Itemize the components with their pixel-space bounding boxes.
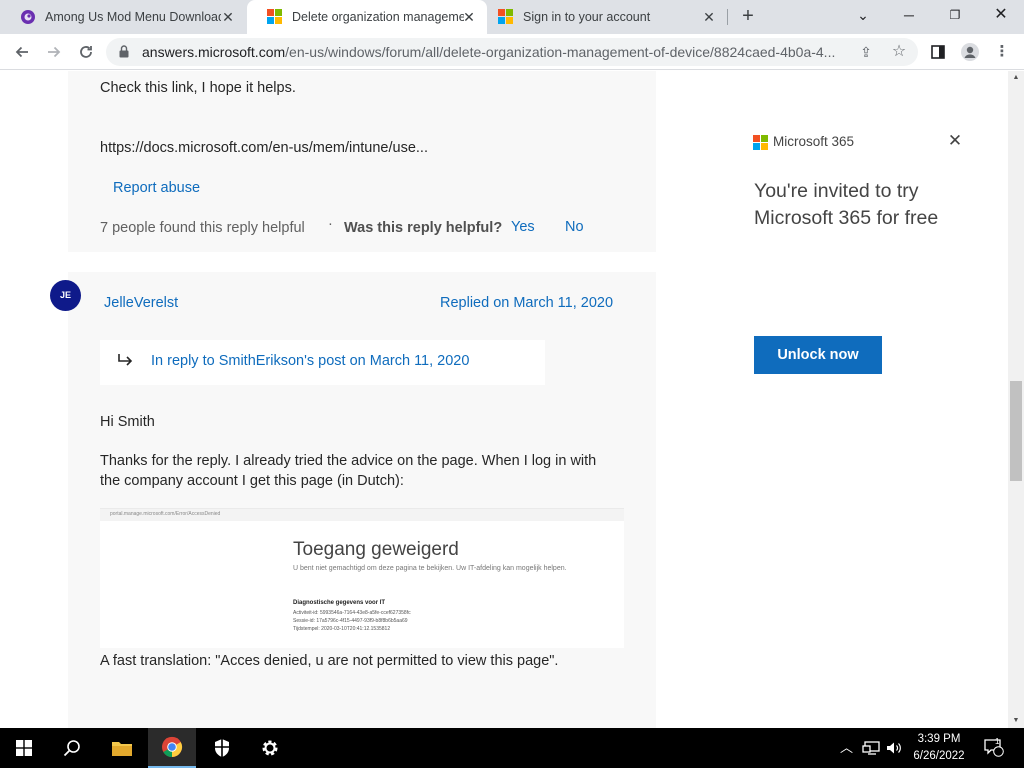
settings-taskbar-button[interactable] xyxy=(246,728,294,768)
chevron-up-icon[interactable]: ︿ xyxy=(840,728,853,768)
shield-icon xyxy=(215,739,229,757)
microsoft-logo-icon xyxy=(498,9,514,25)
profile-avatar-icon[interactable] xyxy=(958,41,982,63)
embedded-diag-line: Activiteit-id: 5993546a-7164-43e8-a5fe-c… xyxy=(293,610,411,616)
tab-among-us[interactable]: Among Us Mod Menu Download ✕ xyxy=(0,0,246,34)
windows-taskbar: ︿ 3:39 PM 6/26/2022 1 xyxy=(0,728,1024,768)
helpful-no-button[interactable]: No xyxy=(565,219,584,235)
close-tab-icon[interactable]: ✕ xyxy=(220,9,236,25)
greeting-text: Hi Smith xyxy=(100,414,155,430)
close-tab-icon[interactable]: ✕ xyxy=(701,9,717,25)
embedded-message: U bent niet gemachtigd om deze pagina te… xyxy=(293,565,567,572)
url-path: /en-us/windows/forum/all/delete-organiza… xyxy=(285,44,836,60)
taskbar-search-button[interactable] xyxy=(48,728,96,768)
reply-arrow-icon xyxy=(118,354,133,366)
tab-strip: Among Us Mod Menu Download ✕ Delete orga… xyxy=(0,0,1024,34)
page-scrollbar[interactable]: ▲ ▼ xyxy=(1008,71,1024,728)
tab-title: Sign in to your account xyxy=(523,10,651,24)
browser-toolbar: answers.microsoft.com/en-us/windows/foru… xyxy=(0,34,1024,70)
unlock-now-button[interactable]: Unlock now xyxy=(754,336,882,374)
tab-search-icon[interactable]: ⌄ xyxy=(852,4,874,26)
among-us-favicon-icon xyxy=(21,10,35,24)
clock-date: 6/26/2022 xyxy=(913,750,965,762)
share-icon[interactable]: ⇪ xyxy=(857,43,875,61)
bookmark-star-icon[interactable]: ☆ xyxy=(890,43,908,61)
close-tab-icon[interactable]: ✕ xyxy=(461,9,477,25)
translation-text: A fast translation: "Acces denied, u are… xyxy=(100,653,559,669)
side-panel-icon[interactable] xyxy=(926,41,950,63)
separator-dot: · xyxy=(328,216,333,232)
in-reply-to-box[interactable]: In reply to SmithErikson's post on March… xyxy=(100,340,545,385)
reload-button[interactable] xyxy=(74,41,98,63)
embedded-diag-line: Sessie-id: 17a5796c-4f15-4497-93f9-b8f8b… xyxy=(293,618,408,624)
reload-icon xyxy=(80,46,92,58)
gear-icon xyxy=(262,740,278,756)
microsoft-logo-icon xyxy=(267,9,283,25)
page-content: Check this link, I hope it helps. https:… xyxy=(0,71,1008,728)
url-text: answers.microsoft.com/en-us/windows/foru… xyxy=(142,44,835,60)
address-bar[interactable]: answers.microsoft.com/en-us/windows/foru… xyxy=(106,38,918,66)
tab-title: Among Us Mod Menu Download xyxy=(45,10,221,24)
author-name[interactable]: JelleVerelst xyxy=(104,295,178,311)
ad-headline-line-2: Microsoft 365 for free xyxy=(754,207,939,229)
tab-title: Delete organization management xyxy=(292,10,464,24)
notification-center-icon[interactable]: 1 xyxy=(984,728,1004,768)
replied-on-date[interactable]: Replied on March 11, 2020 xyxy=(440,295,613,311)
helpful-question: Was this reply helpful? xyxy=(344,220,503,236)
windows-start-button[interactable] xyxy=(0,728,48,768)
file-explorer-button[interactable] xyxy=(98,728,146,768)
url-domain: answers.microsoft.com xyxy=(142,44,286,60)
arrow-right-icon xyxy=(48,46,61,58)
embedded-title: Toegang geweigerd xyxy=(293,539,459,560)
folder-icon xyxy=(112,742,132,756)
embedded-browser-bar: portal.manage.microsoft.com/Error/Access… xyxy=(100,509,624,521)
back-button[interactable] xyxy=(10,41,34,63)
report-abuse-link[interactable]: Report abuse xyxy=(113,180,200,196)
scroll-down-arrow-icon[interactable]: ▼ xyxy=(1008,714,1024,728)
helpful-yes-button[interactable]: Yes xyxy=(511,219,535,235)
clock-time: 3:39 PM xyxy=(917,733,961,745)
embedded-screenshot[interactable]: portal.manage.microsoft.com/Error/Access… xyxy=(100,508,624,648)
in-reply-to-link[interactable]: In reply to SmithErikson's post on March… xyxy=(151,353,469,369)
security-taskbar-button[interactable] xyxy=(198,728,246,768)
body-line-1: Thanks for the reply. I already tried th… xyxy=(100,453,597,469)
tab-delete-organization[interactable]: Delete organization management ✕ xyxy=(247,0,487,34)
scroll-up-arrow-icon[interactable]: ▲ xyxy=(1008,71,1024,85)
notification-count: 1 xyxy=(995,737,1000,746)
embedded-diag-line: Tijdstempel: 2020-03-10T20:41:12.1535812 xyxy=(293,626,391,632)
tab-separator xyxy=(727,9,728,25)
embedded-url: portal.manage.microsoft.com/Error/Access… xyxy=(110,511,221,517)
helpful-count: 7 people found this reply helpful xyxy=(100,220,305,236)
docs-link[interactable]: https://docs.microsoft.com/en-us/mem/int… xyxy=(100,140,428,156)
lock-icon xyxy=(119,45,129,58)
embedded-diag-title: Diagnostische gegevens voor IT xyxy=(293,600,386,606)
body-line-2: the company account I get this page (in … xyxy=(100,473,404,489)
avatar[interactable]: JE xyxy=(50,280,81,311)
arrow-left-icon xyxy=(15,46,28,58)
chrome-taskbar-button[interactable] xyxy=(148,728,196,768)
ad-brand: Microsoft 365 xyxy=(773,134,855,149)
minimize-button[interactable]: ─ xyxy=(898,4,920,26)
scrollbar-thumb[interactable] xyxy=(1010,381,1022,481)
restore-button[interactable]: ❐ xyxy=(944,4,966,26)
system-clock[interactable]: 3:39 PM 6/26/2022 xyxy=(900,731,978,765)
new-tab-button[interactable]: + xyxy=(737,5,759,27)
search-icon xyxy=(63,740,80,757)
close-ad-icon[interactable]: ✕ xyxy=(946,132,964,150)
chrome-icon xyxy=(162,736,183,758)
menu-kebab-icon[interactable]: ⋮ xyxy=(990,41,1014,63)
windows-logo-icon xyxy=(16,740,32,756)
ad-headline: You're invited to try Microsoft 365 for … xyxy=(754,178,938,232)
network-icon[interactable] xyxy=(862,728,880,768)
tab-sign-in[interactable]: Sign in to your account ✕ xyxy=(487,0,727,34)
ad-headline-line-1: You're invited to try xyxy=(754,180,919,202)
forward-button[interactable] xyxy=(42,41,66,63)
reply-text: Check this link, I hope it helps. xyxy=(100,80,296,96)
close-window-button[interactable]: ✕ xyxy=(990,4,1012,26)
microsoft-logo-icon xyxy=(753,135,768,150)
